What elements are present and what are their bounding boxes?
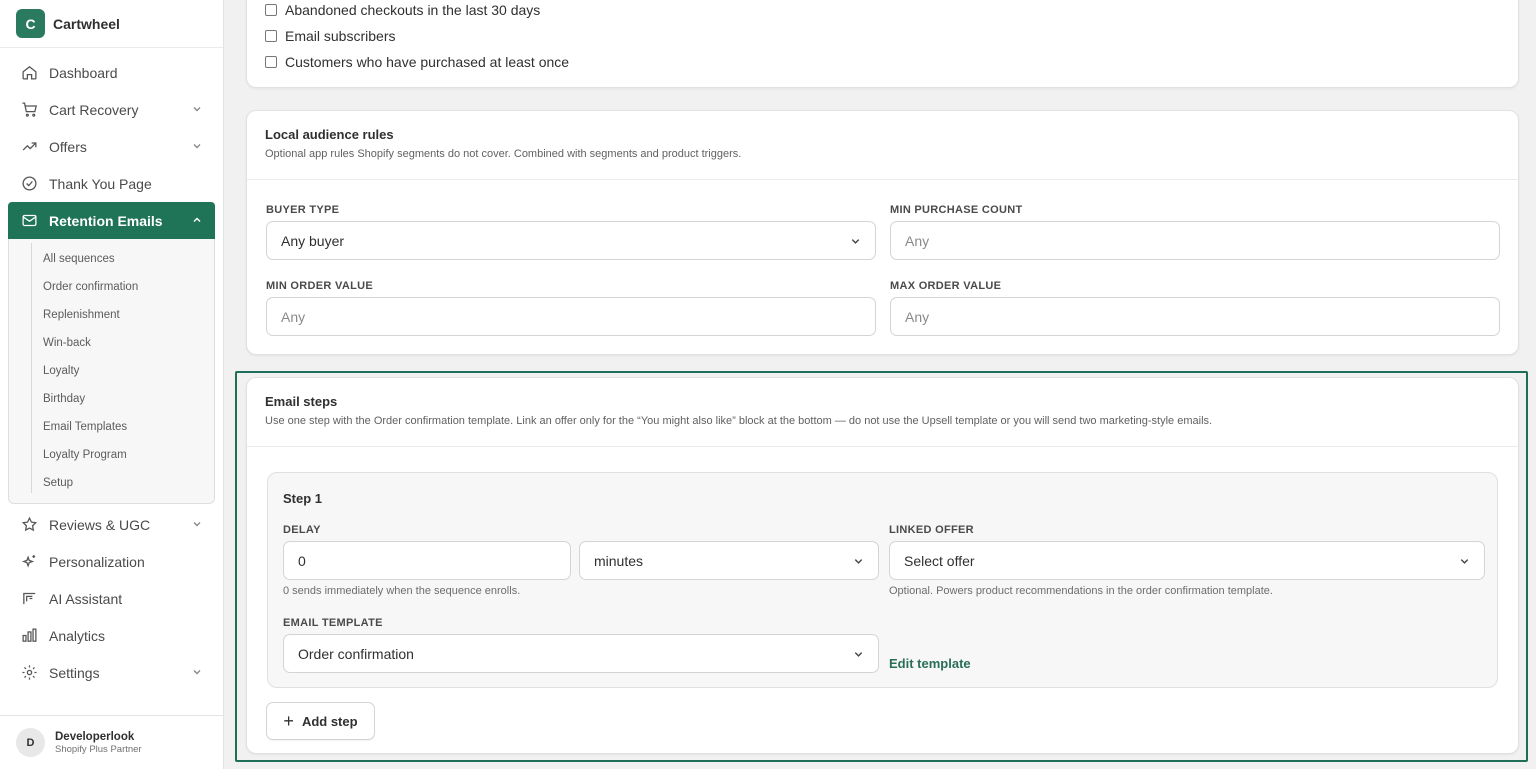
bar-chart-icon <box>20 627 38 645</box>
subnav-item-order-confirmation[interactable]: Order confirmation <box>9 273 214 301</box>
subnav-item-loyalty-program[interactable]: Loyalty Program <box>9 441 214 469</box>
nav-item-personalization[interactable]: Personalization <box>8 543 215 580</box>
card-header: Local audience rules Optional app rules … <box>247 111 1518 180</box>
nav-label: Cart Recovery <box>49 101 139 118</box>
input-placeholder: Any <box>905 308 930 325</box>
subnav-item-setup[interactable]: Setup <box>9 469 214 497</box>
card-description: Optional app rules Shopify segments do n… <box>265 148 742 160</box>
min-purchase-count-input[interactable]: Any <box>890 221 1500 260</box>
nav-label: AI Assistant <box>49 590 123 607</box>
nav-item-ai-assistant[interactable]: AI Assistant <box>8 580 215 617</box>
ai-icon <box>20 590 38 608</box>
chevron-up-icon <box>193 217 201 222</box>
segment-option[interactable]: Abandoned checkouts in the last 30 days <box>265 2 540 18</box>
user-profile[interactable]: D Developerlook Shopify Plus Partner <box>0 715 224 769</box>
buyer-type-select[interactable]: Any buyer <box>266 221 876 260</box>
chevron-down-icon <box>193 670 201 675</box>
subnav-item-win-back[interactable]: Win-back <box>9 329 214 357</box>
check-circle-icon <box>20 175 38 193</box>
avatar: D <box>16 728 45 757</box>
max-order-value-label: MAX ORDER VALUE <box>890 280 1002 292</box>
trending-up-icon <box>20 138 38 156</box>
input-placeholder: Any <box>281 308 306 325</box>
buyer-type-value: Any buyer <box>281 232 345 249</box>
checkbox[interactable] <box>265 30 277 42</box>
nav-label: Thank You Page <box>49 175 152 192</box>
chevron-down-icon <box>193 107 201 112</box>
local-audience-rules-card: Local audience rules Optional app rules … <box>246 110 1519 355</box>
brand[interactable]: C Cartwheel <box>0 0 223 48</box>
nav-item-thank-you-page[interactable]: Thank You Page <box>8 165 215 202</box>
nav-label: Dashboard <box>49 64 118 81</box>
checkbox[interactable] <box>265 4 277 16</box>
app-logo: C <box>16 9 45 38</box>
nav-item-retention-emails[interactable]: Retention Emails <box>8 202 215 239</box>
segment-option-label: Customers who have purchased at least on… <box>285 54 570 70</box>
selection-highlight <box>235 371 1528 762</box>
buyer-type-label: BUYER TYPE <box>266 204 340 216</box>
subnav-item-email-templates[interactable]: Email Templates <box>9 413 214 441</box>
max-order-value-input[interactable]: Any <box>890 297 1500 336</box>
app-name: Cartwheel <box>53 15 120 32</box>
input-placeholder: Any <box>905 232 930 249</box>
user-role: Shopify Plus Partner <box>55 743 142 755</box>
user-name: Developerlook <box>55 730 135 743</box>
nav-label: Analytics <box>49 627 106 644</box>
nav-item-offers[interactable]: Offers <box>8 128 215 165</box>
segment-option[interactable]: Email subscribers <box>265 28 395 44</box>
nav-label: Personalization <box>49 553 145 570</box>
nav-item-analytics[interactable]: Analytics <box>8 617 215 654</box>
gear-icon <box>20 664 38 682</box>
nav-item-dashboard[interactable]: Dashboard <box>8 54 215 91</box>
retention-subnav: All sequences Order confirmation Repleni… <box>8 239 215 504</box>
nav-item-cart-recovery[interactable]: Cart Recovery <box>8 91 215 128</box>
subnav-item-birthday[interactable]: Birthday <box>9 385 214 413</box>
sidebar: C Cartwheel Dashboard Cart Recovery Offe… <box>0 0 224 769</box>
nav-label: Settings <box>49 664 100 681</box>
segments-card: Abandoned checkouts in the last 30 days … <box>246 0 1519 88</box>
sparkle-icon <box>20 553 38 571</box>
min-order-value-input[interactable]: Any <box>266 297 876 336</box>
nav-item-settings[interactable]: Settings <box>8 654 215 691</box>
min-order-value-label: MIN ORDER VALUE <box>266 280 373 292</box>
segment-option[interactable]: Customers who have purchased at least on… <box>265 54 569 70</box>
home-icon <box>20 64 38 82</box>
chevron-down-icon <box>851 239 860 244</box>
checkbox[interactable] <box>265 56 277 68</box>
chevron-down-icon <box>193 144 201 149</box>
nav-item-reviews-ugc[interactable]: Reviews & UGC <box>8 506 215 543</box>
segment-option-label: Abandoned checkouts in the last 30 days <box>285 2 541 18</box>
segment-option-label: Email subscribers <box>285 28 396 44</box>
min-purchase-count-label: MIN PURCHASE COUNT <box>890 204 1023 216</box>
nav-label: Reviews & UGC <box>49 516 151 533</box>
subnav-item-all-sequences[interactable]: All sequences <box>9 245 214 273</box>
mail-icon <box>20 212 38 230</box>
card-title: Local audience rules <box>265 127 394 142</box>
nav-label: Offers <box>49 138 87 155</box>
nav-label: Retention Emails <box>49 212 163 229</box>
cart-icon <box>20 101 38 119</box>
subnav-item-replenishment[interactable]: Replenishment <box>9 301 214 329</box>
chevron-down-icon <box>193 522 201 527</box>
star-icon <box>20 516 38 534</box>
main-nav: Dashboard Cart Recovery Offers Thank You… <box>0 48 223 691</box>
subnav-item-loyalty[interactable]: Loyalty <box>9 357 214 385</box>
